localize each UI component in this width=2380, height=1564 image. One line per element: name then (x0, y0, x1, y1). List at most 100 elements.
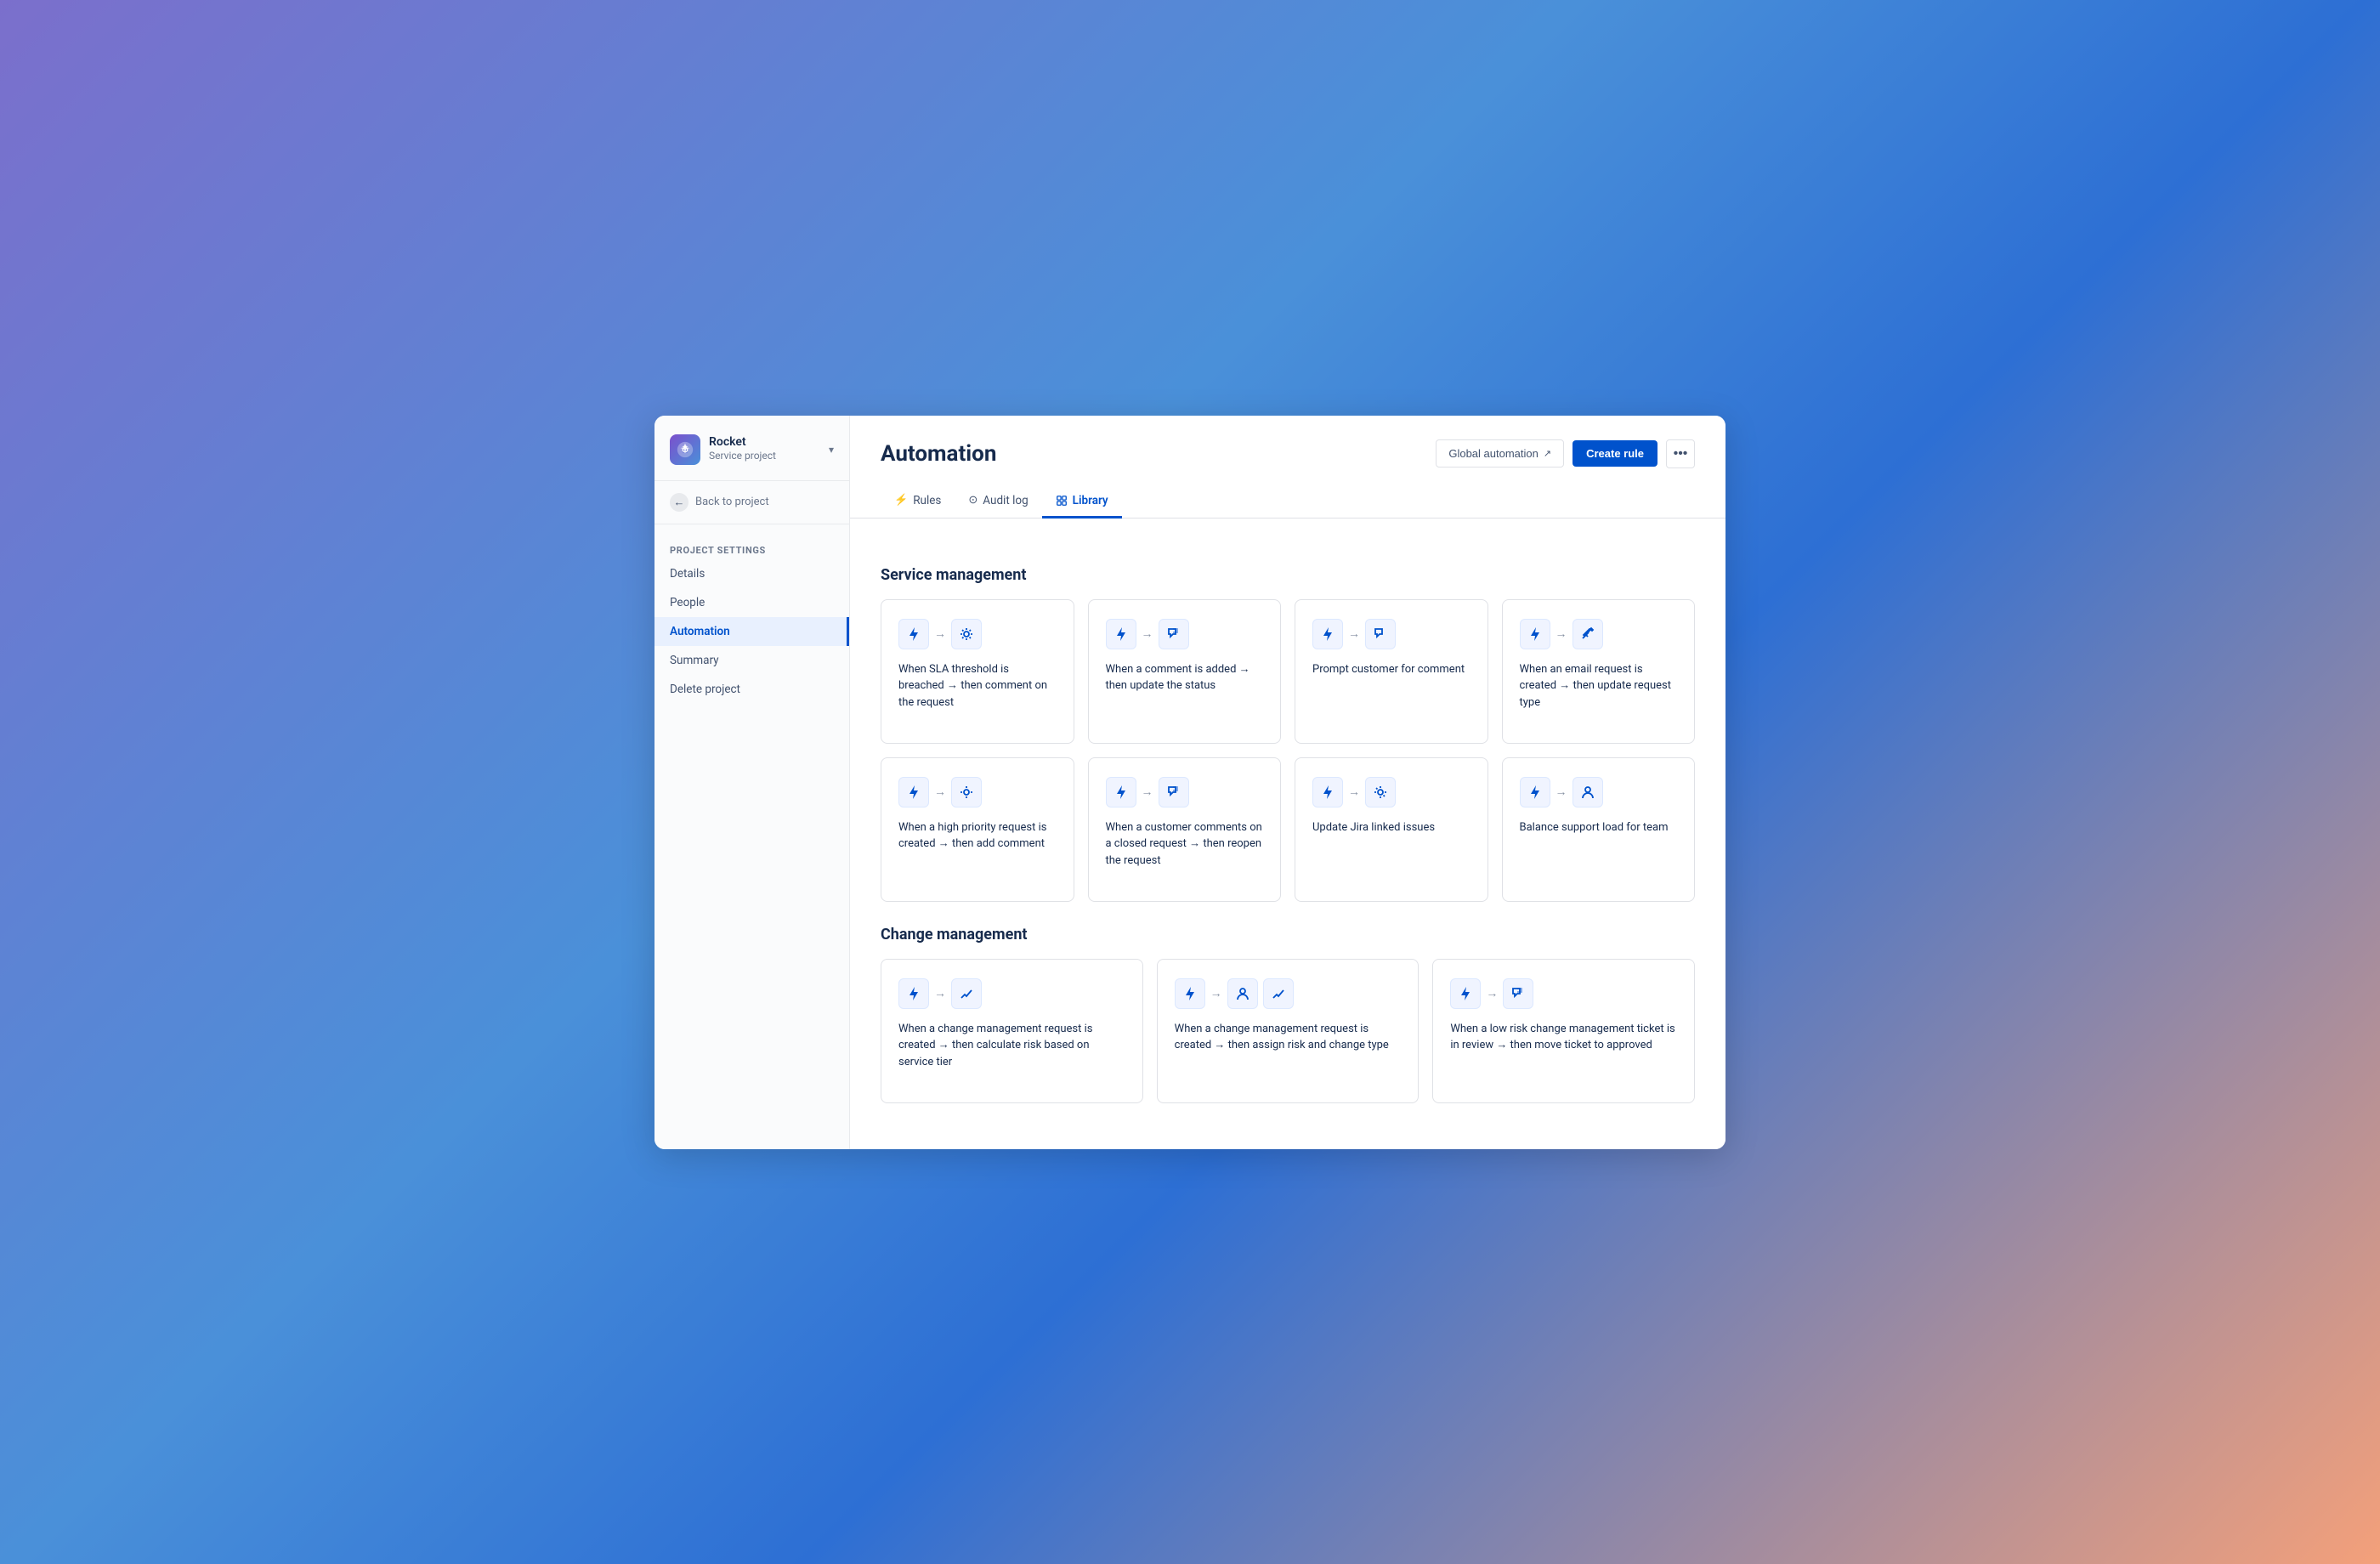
card-icons: → (898, 777, 1057, 808)
card-customer-closed[interactable]: → When a customer comments on a closed r… (1088, 757, 1282, 902)
action-icon-box (1159, 619, 1189, 649)
card-icons: → (1106, 777, 1264, 808)
service-management-title: Service management (881, 566, 1695, 584)
rules-icon: ⚡ (894, 494, 908, 507)
audit-log-icon: ⊙ (968, 494, 978, 507)
card-label: Update Jira linked issues (1312, 819, 1470, 836)
change-management-section: Change management → When a change (881, 926, 1695, 1103)
card-prompt-customer[interactable]: → Prompt customer for comment (1295, 599, 1488, 744)
back-to-project-link[interactable]: ← Back to project (654, 481, 849, 524)
arrow-icon: → (1210, 986, 1222, 1000)
card-label: When an email request is created → then … (1520, 661, 1678, 711)
tabs: ⚡ Rules ⊙ Audit log Library (850, 473, 1726, 518)
card-label: When SLA threshold is breached → then co… (898, 661, 1057, 711)
library-icon (1056, 494, 1068, 507)
arrow-icon: → (934, 785, 946, 799)
card-label: When a change management request is crea… (898, 1021, 1125, 1071)
arrow-icon: → (934, 986, 946, 1000)
sidebar-items: DetailsPeopleAutomationSummaryDelete pro… (654, 559, 849, 704)
arrow-icon: → (1348, 785, 1360, 799)
trigger-icon-box (1106, 777, 1136, 808)
service-management-section: Service management → Wh (881, 566, 1695, 902)
trigger-icon-box (1106, 619, 1136, 649)
header-actions: Global automation ↗ Create rule ••• (1436, 439, 1695, 468)
card-email-request[interactable]: → When an email request is created → the… (1502, 599, 1696, 744)
action-icon-box (1503, 978, 1533, 1009)
card-icons: → (1312, 619, 1470, 649)
trigger-icon-box (898, 619, 929, 649)
tab-rules-label: Rules (913, 494, 941, 507)
create-rule-button[interactable]: Create rule (1572, 440, 1658, 467)
project-avatar (670, 434, 700, 465)
change-management-grid: → When a change management request is cr… (881, 959, 1695, 1103)
card-icons: → (1175, 978, 1402, 1009)
arrow-icon: → (934, 626, 946, 641)
back-icon: ← (670, 493, 688, 512)
main-header: Automation Global automation ↗ Create ru… (850, 416, 1726, 468)
tab-audit-log[interactable]: ⊙ Audit log (955, 485, 1041, 518)
card-balance-support[interactable]: → Balance support load for team (1502, 757, 1696, 902)
sidebar-item-details[interactable]: Details (654, 559, 849, 588)
card-update-jira[interactable]: → Update Jira linked issues (1295, 757, 1488, 902)
card-icons: → (898, 978, 1125, 1009)
card-sla-threshold[interactable]: → When SLA threshold is breached → then … (881, 599, 1074, 744)
service-management-grid: → When SLA threshold is breached → then … (881, 599, 1695, 902)
sidebar: Rocket Service project ▾ ← Back to proje… (654, 416, 850, 1149)
tab-library[interactable]: Library (1042, 485, 1122, 518)
arrow-icon: → (1556, 626, 1567, 641)
global-automation-button[interactable]: Global automation ↗ (1436, 439, 1564, 468)
arrow-icon: → (1486, 986, 1498, 1000)
sidebar-nav: Project settings DetailsPeopleAutomation… (654, 524, 849, 1149)
trigger-icon-box (1520, 619, 1550, 649)
trigger-icon-box (1175, 978, 1205, 1009)
action-icon-box-2 (1263, 978, 1294, 1009)
action-icon-box (1572, 619, 1603, 649)
card-icons: → (1450, 978, 1677, 1009)
card-label: When a comment is added → then update th… (1106, 661, 1264, 694)
arrow-icon: → (1556, 785, 1567, 799)
card-change-assign[interactable]: → When a change management request is cr… (1157, 959, 1420, 1103)
tab-rules[interactable]: ⚡ Rules (881, 485, 955, 518)
trigger-icon-box (1312, 777, 1343, 808)
card-low-risk-change[interactable]: → When a low risk change management tick… (1432, 959, 1695, 1103)
content-area: Service management → Wh (850, 518, 1726, 1149)
card-label: When a low risk change management ticket… (1450, 1021, 1677, 1054)
card-icons: → (898, 619, 1057, 649)
action-icon-box (1365, 777, 1396, 808)
tab-library-label: Library (1073, 494, 1108, 507)
card-icons: → (1106, 619, 1264, 649)
card-comment-added[interactable]: → When a comment is added → then update … (1088, 599, 1282, 744)
trigger-icon-box (898, 777, 929, 808)
card-label: When a high priority request is created … (898, 819, 1057, 853)
card-icons: → (1312, 777, 1470, 808)
action-icon-box (1572, 777, 1603, 808)
action-icon-box (951, 978, 982, 1009)
action-icon-box (951, 777, 982, 808)
project-name: Rocket (709, 435, 820, 450)
trigger-icon-box (1520, 777, 1550, 808)
global-automation-label: Global automation (1448, 447, 1538, 460)
sidebar-item-summary[interactable]: Summary (654, 646, 849, 675)
external-link-icon: ↗ (1544, 448, 1551, 459)
card-label: Prompt customer for comment (1312, 661, 1470, 678)
sidebar-item-people[interactable]: People (654, 588, 849, 617)
main-content: Automation Global automation ↗ Create ru… (850, 416, 1726, 1149)
app-container: Rocket Service project ▾ ← Back to proje… (654, 416, 1726, 1149)
card-icons: → (1520, 777, 1678, 808)
card-icons: → (1520, 619, 1678, 649)
sidebar-item-automation[interactable]: Automation (654, 617, 849, 646)
more-options-button[interactable]: ••• (1666, 439, 1695, 468)
chevron-down-icon: ▾ (829, 444, 834, 456)
card-high-priority[interactable]: → When a high priority request is create… (881, 757, 1074, 902)
action-icon-box (1365, 619, 1396, 649)
page-title: Automation (881, 441, 996, 467)
card-label: When a change management request is crea… (1175, 1021, 1402, 1054)
action-icon-box (1159, 777, 1189, 808)
sidebar-section-label: Project settings (654, 540, 849, 559)
sidebar-project[interactable]: Rocket Service project ▾ (654, 416, 849, 481)
sidebar-item-delete[interactable]: Delete project (654, 675, 849, 704)
project-info: Rocket Service project (709, 435, 820, 462)
trigger-icon-box (898, 978, 929, 1009)
arrow-icon: → (1348, 626, 1360, 641)
card-change-risk[interactable]: → When a change management request is cr… (881, 959, 1143, 1103)
